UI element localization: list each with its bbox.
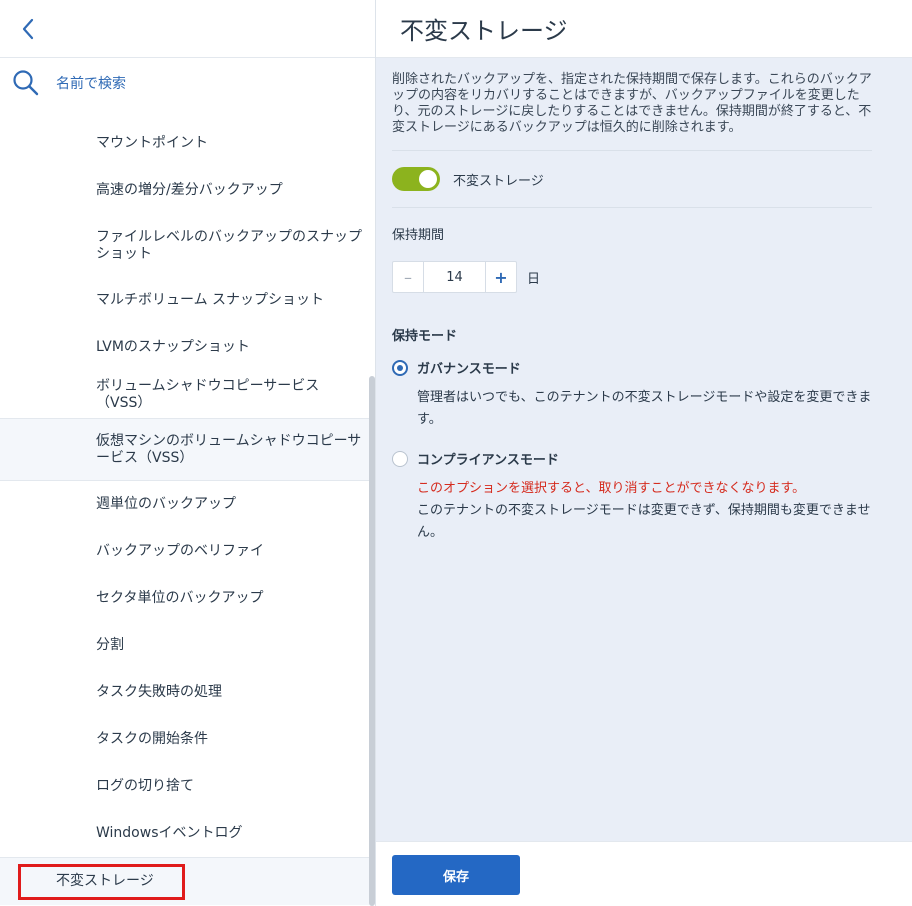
back-arrow-icon[interactable] <box>18 16 38 42</box>
decrement-button[interactable]: – <box>393 262 424 292</box>
compliance-description: このテナントの不変ストレージモードは変更できず、保持期間も変更できません。 <box>417 503 871 540</box>
governance-label: ガバナンスモード <box>417 362 521 377</box>
sidebar-item-sector-backup[interactable]: セクタ単位のバックアップ <box>0 575 370 622</box>
panel-header: 不変ストレージ <box>376 0 912 58</box>
compliance-radio[interactable] <box>392 450 408 467</box>
sidebar-item-backup-validation[interactable]: バックアップのベリファイ <box>0 528 370 575</box>
retention-value[interactable]: 14 <box>424 262 485 292</box>
description-text: 削除されたバックアップを、指定された保持期間で保存します。これらのバックアップの… <box>392 72 872 135</box>
sidebar-item-log-truncation[interactable]: ログの切り捨て <box>0 763 370 810</box>
governance-mode-option[interactable]: ガバナンスモード <box>392 358 872 377</box>
sidebar-item-immutable-storage[interactable]: 不変ストレージ <box>0 857 370 905</box>
sidebar-item-multivolume-snapshot[interactable]: マルチボリューム スナップショット <box>0 277 370 324</box>
sidebar-item-mount-points[interactable]: マウントポイント <box>0 120 370 167</box>
settings-panel: 不変ストレージ 削除されたバックアップを、指定された保持期間で保存します。これら… <box>376 0 912 906</box>
toggle-label: 不変ストレージ <box>453 173 544 189</box>
compliance-label: コンプライアンスモード <box>417 453 559 468</box>
settings-sidebar: 名前で検索 マウントポイント 高速の増分/差分バックアップ ファイルレベルのバッ… <box>0 0 376 906</box>
save-button[interactable]: 保存 <box>392 855 520 895</box>
panel-content: 削除されたバックアップを、指定された保持期間で保存します。これらのバックアップの… <box>376 58 912 544</box>
sidebar-scrollbar[interactable] <box>369 376 375 906</box>
search-icon <box>13 70 39 96</box>
sidebar-item-vm-vss[interactable]: 仮想マシンのボリュームシャドウコピーサービス（VSS） <box>0 418 370 481</box>
sidebar-header <box>0 0 375 58</box>
retention-mode-title: 保持モード <box>392 329 458 344</box>
sidebar-item-windows-event-log[interactable]: Windowsイベントログ <box>0 810 370 857</box>
retention-unit: 日 <box>527 271 541 287</box>
retention-stepper: – 14 + <box>392 261 517 293</box>
sidebar-item-label: 不変ストレージ <box>56 873 154 889</box>
sidebar-item-weekly-backup[interactable]: 週単位のバックアップ <box>0 481 370 528</box>
compliance-warning: このオプションを選択すると、取り消すことができなくなります。 <box>417 481 806 496</box>
sidebar-item-vss[interactable]: ボリュームシャドウコピーサービス（VSS） <box>0 371 370 418</box>
sidebar-item-error-handling[interactable]: タスク失敗時の処理 <box>0 669 370 716</box>
sidebar-item-start-conditions[interactable]: タスクの開始条件 <box>0 716 370 763</box>
sidebar-item-fast-incremental[interactable]: 高速の増分/差分バックアップ <box>0 167 370 214</box>
search-box[interactable]: 名前で検索 <box>0 58 375 108</box>
retention-stepper-row: – 14 + 日 <box>392 261 872 293</box>
page-title: 不変ストレージ <box>400 17 568 45</box>
governance-description: 管理者はいつでも、このテナントの不変ストレージモードや設定を変更できます。 <box>417 390 872 427</box>
toggle-knob <box>419 170 437 188</box>
compliance-mode-option[interactable]: コンプライアンスモード <box>392 449 872 468</box>
sidebar-item-lvm-snapshot[interactable]: LVMのスナップショット <box>0 324 370 371</box>
immutable-toggle-row: 不変ストレージ <box>392 151 872 207</box>
divider <box>392 207 872 208</box>
immutable-storage-toggle[interactable] <box>392 167 440 191</box>
sidebar-nav-list: マウントポイント 高速の増分/差分バックアップ ファイルレベルのバックアップのス… <box>0 120 370 905</box>
governance-radio[interactable] <box>392 359 408 376</box>
panel-footer: 保存 <box>376 841 912 906</box>
sidebar-item-splitting[interactable]: 分割 <box>0 622 370 669</box>
search-placeholder: 名前で検索 <box>56 76 126 92</box>
increment-button[interactable]: + <box>485 262 516 292</box>
sidebar-item-file-level-snapshot[interactable]: ファイルレベルのバックアップのスナップショット <box>0 214 370 277</box>
retention-label: 保持期間 <box>392 228 445 243</box>
